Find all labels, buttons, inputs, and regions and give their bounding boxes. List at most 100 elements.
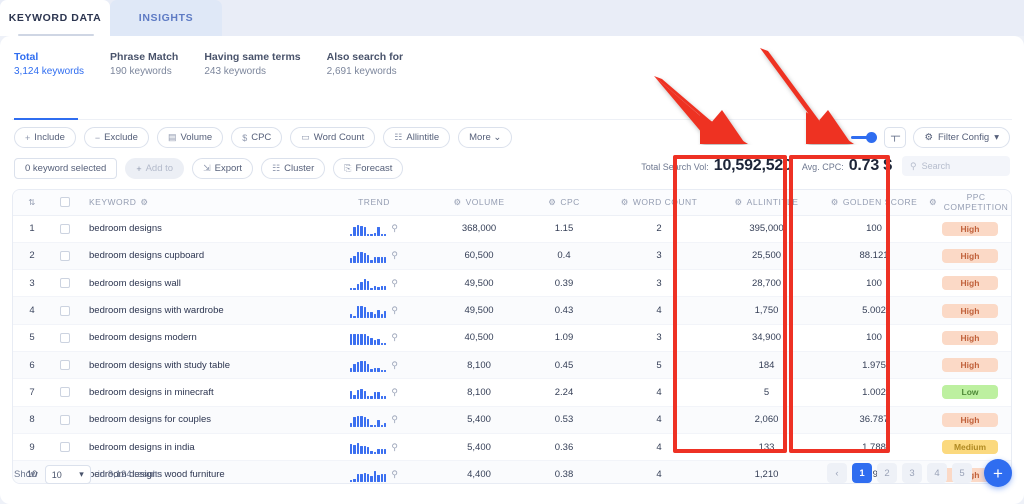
row-trend[interactable]: ⚲ <box>314 324 434 352</box>
row-checkbox[interactable] <box>60 332 70 343</box>
tab-strip: KEYWORD DATA INSIGHTS <box>0 0 1024 36</box>
th-keyword[interactable]: KEYWORD ⚙ <box>79 190 314 216</box>
row-trend[interactable]: ⚲ <box>314 242 434 271</box>
add-fab-button[interactable]: + <box>984 459 1012 487</box>
row-checkbox-cell[interactable] <box>51 242 79 271</box>
magnifier-icon[interactable]: ⚲ <box>391 278 398 289</box>
sort-icon: ⚙ <box>929 196 938 207</box>
selected-count-label: 0 keyword selected <box>25 163 107 174</box>
magnifier-icon[interactable]: ⚲ <box>391 305 398 316</box>
row-checkbox[interactable] <box>60 387 70 398</box>
magnifier-icon[interactable]: ⚲ <box>391 332 398 343</box>
table-body: 1 bedroom designs ⚲ 368,000 1.15 2 395,000 100 H… <box>13 215 1011 483</box>
row-allintitle: 1,750 <box>714 296 819 325</box>
cluster-button[interactable]: ☷ Cluster <box>261 158 326 179</box>
row-allintitle: 2,060 <box>714 406 819 434</box>
table-row[interactable]: 2 bedroom designs cupboard ⚲ 60,500 0.4 3 25,5… <box>13 242 1011 271</box>
row-keyword[interactable]: bedroom designs with study table <box>79 351 314 380</box>
add-to-button[interactable]: + Add to <box>125 158 185 179</box>
table-row[interactable]: 8 bedroom designs for couples ⚲ 5,400 0.53 4 2… <box>13 406 1011 434</box>
filter-word-count-button[interactable]: ▭ Word Count <box>290 127 376 148</box>
rows-per-page-select[interactable]: 10 ▾ <box>44 465 91 484</box>
filter-cpc-button[interactable]: $ CPC <box>231 127 283 148</box>
pinup-toggle[interactable] <box>851 132 878 143</box>
export-icon: ⇲ <box>203 163 211 173</box>
magnifier-icon[interactable]: ⚲ <box>391 414 398 425</box>
row-trend[interactable]: ⚲ <box>314 269 434 298</box>
th-index[interactable]: ⇅ <box>13 190 51 216</box>
row-keyword[interactable]: bedroom designs cupboard <box>79 242 314 271</box>
right-controls: Pinup ⚙ Filter Config ▾ <box>819 127 1010 148</box>
row-trend[interactable]: ⚲ <box>314 296 434 325</box>
table-row[interactable]: 6 bedroom designs with study table ⚲ 8,100 0… <box>13 351 1011 380</box>
tab-keyword-data[interactable]: KEYWORD DATA <box>0 0 110 36</box>
magnifier-icon[interactable]: ⚲ <box>391 442 398 453</box>
table-row[interactable]: 7 bedroom designs in minecraft ⚲ 8,100 2.24 4… <box>13 378 1011 407</box>
row-trend[interactable]: ⚲ <box>314 406 434 434</box>
magnifier-icon[interactable]: ⚲ <box>391 223 398 234</box>
filter-allintitle-button[interactable]: ☷ Allintitle <box>383 127 451 148</box>
row-checkbox[interactable] <box>60 305 70 316</box>
th-trend[interactable]: TREND <box>314 190 434 216</box>
row-checkbox[interactable] <box>60 360 70 371</box>
th-golden-score[interactable]: ⚙ GOLDEN SCORE <box>819 190 929 216</box>
column-layout-button[interactable] <box>884 127 907 148</box>
row-checkbox-cell[interactable] <box>51 269 79 298</box>
row-checkbox[interactable] <box>60 414 70 425</box>
th-select-all[interactable] <box>51 190 79 216</box>
magnifier-icon[interactable]: ⚲ <box>391 387 398 398</box>
magnifier-icon[interactable]: ⚲ <box>391 360 398 371</box>
page-button-5[interactable]: 5 <box>952 463 972 483</box>
row-checkbox[interactable] <box>60 278 70 289</box>
page-prev-button[interactable]: ‹ <box>827 463 847 483</box>
row-checkbox-cell[interactable] <box>51 324 79 352</box>
row-checkbox-cell[interactable] <box>51 378 79 407</box>
row-checkbox-cell[interactable] <box>51 215 79 243</box>
filter-more-button[interactable]: More ⌄ <box>458 127 513 148</box>
table-row[interactable]: 3 bedroom designs wall ⚲ 49,500 0.39 3 28,700 1… <box>13 269 1011 298</box>
row-trend[interactable]: ⚲ <box>314 215 434 243</box>
th-allintitle[interactable]: ⚙ ALLINTITLE <box>714 190 819 216</box>
summary-tab-phrase-match[interactable]: Phrase Match 190 keywords <box>110 51 178 77</box>
row-trend[interactable]: ⚲ <box>314 378 434 407</box>
filter-volume-button[interactable]: ▤ Volume <box>156 127 224 148</box>
page-button-3[interactable]: 3 <box>902 463 922 483</box>
summary-tab-same-terms[interactable]: Having same terms 243 keywords <box>204 51 300 77</box>
row-checkbox[interactable] <box>60 223 70 234</box>
table-row[interactable]: 4 bedroom designs with wardrobe ⚲ 49,500 0.4… <box>13 296 1011 325</box>
summary-tab-total[interactable]: Total 3,124 keywords <box>14 51 84 77</box>
row-keyword[interactable]: bedroom designs for couples <box>79 406 314 434</box>
th-volume[interactable]: ⚙ VOLUME <box>434 190 524 216</box>
summary-tab-also-search[interactable]: Also search for 2,691 keywords <box>327 51 403 77</box>
page-button-2[interactable]: 2 <box>877 463 897 483</box>
row-checkbox-cell[interactable] <box>51 406 79 434</box>
page-button-1[interactable]: 1 <box>852 463 872 483</box>
row-trend[interactable]: ⚲ <box>314 351 434 380</box>
th-ppc-competition[interactable]: ⚙ PPC COMPETITION <box>929 190 1011 216</box>
row-keyword[interactable]: bedroom designs modern <box>79 324 314 352</box>
export-button[interactable]: ⇲ Export <box>192 158 254 179</box>
search-input[interactable]: ⚲ Search <box>902 156 1010 176</box>
row-keyword[interactable]: bedroom designs in minecraft <box>79 378 314 407</box>
row-keyword[interactable]: bedroom designs <box>79 215 314 243</box>
filter-config-button[interactable]: ⚙ Filter Config ▾ <box>913 127 1010 148</box>
table-row[interactable]: 5 bedroom designs modern ⚲ 40,500 1.09 3 34,90… <box>13 324 1011 352</box>
filter-include-button[interactable]: + Include <box>14 127 76 148</box>
tab-insights[interactable]: INSIGHTS <box>110 0 222 36</box>
magnifier-icon[interactable]: ⚲ <box>391 250 398 261</box>
row-checkbox[interactable] <box>60 250 70 261</box>
th-cpc[interactable]: ⚙ CPC <box>524 190 604 216</box>
th-word-count-label: WORD COUNT <box>632 197 698 208</box>
row-checkbox-cell[interactable] <box>51 296 79 325</box>
row-checkbox-cell[interactable] <box>51 351 79 380</box>
page-button-4[interactable]: 4 <box>927 463 947 483</box>
row-keyword[interactable]: bedroom designs wall <box>79 269 314 298</box>
row-keyword[interactable]: bedroom designs with wardrobe <box>79 296 314 325</box>
forecast-button[interactable]: ⎘ Forecast <box>333 158 404 179</box>
selected-count-box: 0 keyword selected <box>14 158 118 179</box>
filter-exclude-button[interactable]: − Exclude <box>83 127 149 148</box>
row-allintitle: 5 <box>714 378 819 407</box>
th-word-count[interactable]: ⚙ WORD COUNT <box>604 190 714 216</box>
table-row[interactable]: 1 bedroom designs ⚲ 368,000 1.15 2 395,000 100 H… <box>13 215 1011 243</box>
row-checkbox[interactable] <box>60 442 70 452</box>
